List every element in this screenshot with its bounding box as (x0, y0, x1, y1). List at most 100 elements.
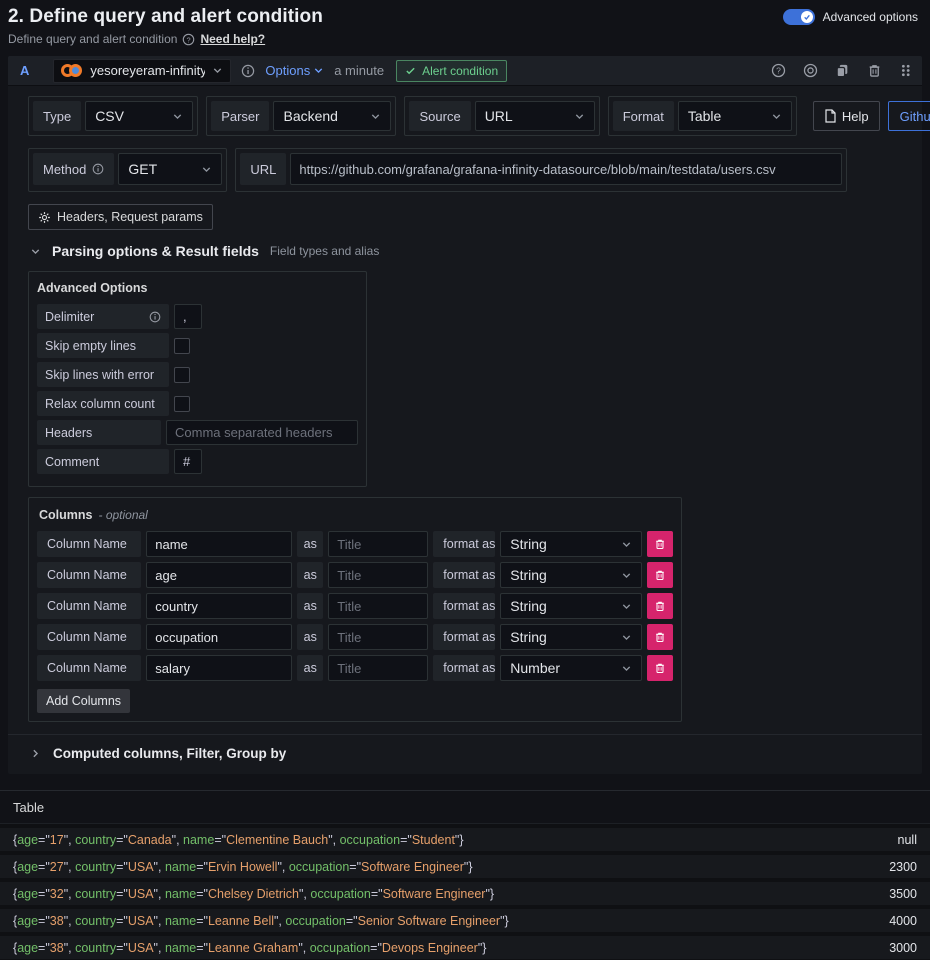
method-field-group: Method GET (28, 148, 227, 192)
method-select[interactable]: GET (118, 153, 222, 185)
delete-column-button[interactable] (647, 624, 673, 650)
comment-input[interactable] (174, 449, 202, 474)
page-header: 2. Define query and alert condition Defi… (0, 0, 930, 56)
column-name-label: Column Name (37, 531, 141, 557)
column-title-input[interactable] (328, 655, 428, 681)
help-circle-icon[interactable]: ? (771, 63, 786, 78)
table-row: {age="32", country="USA", name="Chelsey … (0, 882, 930, 905)
column-title-input[interactable] (328, 624, 428, 650)
as-label: as (297, 655, 323, 681)
duplicate-query-icon[interactable] (835, 63, 850, 78)
format-as-label: format as (433, 531, 495, 557)
drag-handle[interactable] (899, 63, 912, 78)
query-editor-body: Type CSV Parser Backend Source URL (8, 86, 922, 774)
column-title-input[interactable] (328, 531, 428, 557)
columns-title: Columns (39, 508, 92, 522)
add-columns-button[interactable]: Add Columns (37, 689, 130, 713)
parser-label: Parser (211, 101, 269, 131)
column-name-input[interactable] (146, 624, 292, 650)
checkbox[interactable] (174, 338, 190, 354)
need-help-link[interactable]: Need help? (200, 32, 265, 46)
disable-query-icon[interactable] (803, 63, 818, 78)
info-icon (149, 311, 161, 323)
url-input[interactable] (290, 153, 842, 185)
help-button[interactable]: Help (813, 101, 880, 131)
svg-text:?: ? (776, 66, 781, 76)
column-name-input[interactable] (146, 655, 292, 681)
column-name-input[interactable] (146, 531, 292, 557)
query-editor-card: A yesoreyeram-infinity-da Options a minu… (8, 56, 922, 774)
column-name-label: Column Name (37, 593, 141, 619)
checkbox[interactable] (174, 367, 190, 383)
table-row-labels: {age="38", country="USA", name="Leanne B… (13, 914, 509, 928)
computed-columns-section-header[interactable]: Computed columns, Filter, Group by (8, 734, 922, 774)
table-row: {age="17", country="Canada", name="Cleme… (0, 828, 930, 851)
source-select[interactable]: URL (475, 101, 595, 131)
trash-icon (654, 538, 666, 550)
as-label: as (297, 624, 323, 650)
parser-field-group: Parser Backend (206, 96, 396, 136)
table-row-labels: {age="27", country="USA", name="Ervin Ho… (13, 860, 473, 874)
column-name-input[interactable] (146, 562, 292, 588)
headers-request-params-button[interactable]: Headers, Request params (28, 204, 213, 230)
type-select[interactable]: CSV (85, 101, 193, 131)
table-row-value: 3500 (889, 887, 917, 901)
query-options-dropdown[interactable]: Options (265, 63, 324, 78)
advanced-options-title: Advanced Options (37, 281, 358, 295)
table-panel: Table {age="17", country="Canada", name=… (0, 790, 930, 960)
column-name-input[interactable] (146, 593, 292, 619)
github-button[interactable]: Github (888, 101, 930, 131)
format-select[interactable]: Table (678, 101, 792, 131)
advanced-options-toggle[interactable] (783, 9, 815, 25)
chevron-down-icon (30, 246, 41, 257)
datasource-info-icon[interactable] (241, 64, 255, 78)
delete-column-button[interactable] (647, 531, 673, 557)
column-format-select[interactable]: String (500, 593, 642, 619)
delete-query-icon[interactable] (867, 63, 882, 78)
trash-icon (654, 631, 666, 643)
query-header-row: A yesoreyeram-infinity-da Options a minu… (8, 56, 922, 86)
advanced-option-label: Skip lines with error (37, 362, 169, 387)
columns-panel: Columns - optional Column Name as format… (28, 497, 682, 722)
format-field-group: Format Table (608, 96, 797, 136)
table-row-value: 2300 (889, 860, 917, 874)
query-actions: ? (771, 63, 912, 78)
headers-input[interactable] (166, 420, 358, 445)
datasource-picker[interactable]: yesoreyeram-infinity-da (53, 59, 231, 83)
parsing-options-section-header[interactable]: Parsing options & Result fields Field ty… (30, 243, 902, 259)
table-row: {age="27", country="USA", name="Ervin Ho… (0, 855, 930, 878)
alert-condition-label: Alert condition (422, 64, 498, 78)
table-row-labels: {age="38", country="USA", name="Leanne G… (13, 941, 486, 955)
columns-optional-hint: - optional (98, 508, 147, 522)
column-title-input[interactable] (328, 593, 428, 619)
delete-column-button[interactable] (647, 593, 673, 619)
as-label: as (297, 593, 323, 619)
url-field-group: URL (235, 148, 847, 192)
parser-select[interactable]: Backend (273, 101, 391, 131)
checkbox[interactable] (174, 396, 190, 412)
advanced-options-toggle-wrap: Advanced options (783, 9, 918, 25)
delete-column-button[interactable] (647, 655, 673, 681)
document-icon (824, 109, 836, 123)
check-icon (405, 65, 416, 76)
column-format-select[interactable]: String (500, 562, 642, 588)
column-format-select[interactable]: String (500, 531, 642, 557)
trash-icon (654, 662, 666, 674)
column-format-select[interactable]: String (500, 624, 642, 650)
delimiter-input[interactable] (174, 304, 202, 329)
delete-column-button[interactable] (647, 562, 673, 588)
chevron-right-icon (30, 748, 41, 759)
as-label: as (297, 562, 323, 588)
source-field-group: Source URL (404, 96, 599, 136)
table-panel-title: Table (0, 791, 930, 824)
toggle-check-icon (801, 11, 813, 23)
table-row: {age="38", country="USA", name="Leanne G… (0, 936, 930, 959)
computed-columns-title: Computed columns, Filter, Group by (53, 746, 286, 761)
svg-text:?: ? (187, 35, 191, 44)
columns-title-row: Columns - optional (39, 508, 673, 522)
advanced-option-row: Skip empty lines (37, 333, 358, 358)
column-format-select[interactable]: Number (500, 655, 642, 681)
column-title-input[interactable] (328, 562, 428, 588)
as-label: as (297, 531, 323, 557)
table-row-labels: {age="17", country="Canada", name="Cleme… (13, 833, 464, 847)
